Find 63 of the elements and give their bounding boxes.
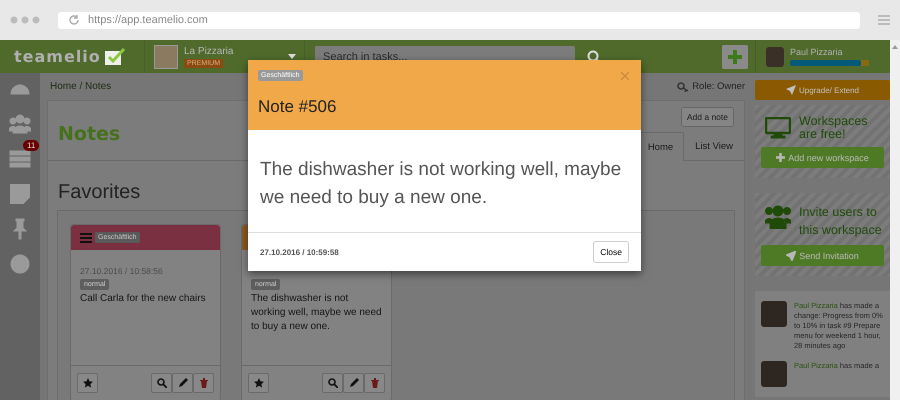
note-date: 27.10.2016 / 10:59:58 xyxy=(260,248,339,256)
search-icon xyxy=(156,378,166,388)
delete-button[interactable] xyxy=(193,373,214,393)
pencil-icon xyxy=(178,378,188,388)
upgrade-button[interactable]: Upgrade/ Extend xyxy=(755,80,890,100)
list-icon xyxy=(80,232,92,242)
favorite-button[interactable] xyxy=(248,373,269,393)
add-workspace-button[interactable]: Add new workspace xyxy=(761,147,884,168)
address-bar[interactable]: https://app.teamelio.com xyxy=(58,12,860,28)
close-icon xyxy=(621,72,629,80)
favorite-button[interactable] xyxy=(77,373,98,393)
note-date: 27.10.2016 / 10:58:56 xyxy=(80,266,163,277)
list-icon[interactable] xyxy=(9,148,31,170)
view-button[interactable] xyxy=(322,373,343,393)
note-text: The dishwasher is not working well, maybe we need to buy a new one. xyxy=(248,130,641,233)
url-text: https://app.teamelio.com xyxy=(88,14,208,26)
user-avatar xyxy=(766,46,784,66)
user-avatar xyxy=(761,301,787,327)
reload-icon xyxy=(68,14,80,26)
add-button[interactable] xyxy=(722,44,748,68)
user-menu[interactable]: Paul Pizzaria xyxy=(755,40,890,73)
paper-plane-icon xyxy=(786,85,796,95)
window-dots-icon xyxy=(10,16,40,24)
promo-title: Invite users to this workspace xyxy=(799,205,882,237)
send-invitation-button[interactable]: Send Invitation xyxy=(761,245,884,266)
note-text: The dishwasher is not working well, maybe we need to buy a new one. xyxy=(251,292,382,334)
note-icon[interactable] xyxy=(9,183,31,205)
workspace-avatar xyxy=(154,44,178,68)
group-icon[interactable] xyxy=(9,113,31,135)
note-text: Call Carla for the new chairs xyxy=(80,292,206,306)
checkbox-logo-icon xyxy=(104,48,126,66)
plus-icon xyxy=(728,50,742,64)
key-icon xyxy=(677,82,690,92)
paper-plane-icon xyxy=(786,250,796,260)
add-note-button[interactable]: Add a note xyxy=(680,107,734,127)
edit-button[interactable] xyxy=(172,373,193,393)
logo-text: teamelio xyxy=(14,47,101,66)
monitor-icon xyxy=(765,117,791,139)
breadcrumb: Home / Notes xyxy=(50,81,112,92)
user-name: Paul Pizzaria xyxy=(790,47,844,57)
delete-button[interactable] xyxy=(364,373,385,393)
plus-icon xyxy=(776,153,786,162)
view-button[interactable] xyxy=(151,373,172,393)
edit-button[interactable] xyxy=(343,373,364,393)
pencil-icon xyxy=(348,378,358,388)
dialog-title: Note #506 xyxy=(258,97,338,117)
menu-icon xyxy=(878,14,890,26)
user-avatar xyxy=(761,361,787,387)
role-label: Role: Owner xyxy=(692,81,745,92)
trash-icon xyxy=(370,378,380,388)
count-badge: 11 xyxy=(23,140,40,151)
workspace-name: La Pizzaria xyxy=(184,46,234,56)
search-icon xyxy=(328,378,338,388)
section-title: Favorites xyxy=(58,181,140,204)
page-title: Notes xyxy=(58,123,120,147)
group-icon xyxy=(765,205,791,229)
promo-title: Workspaces are free! xyxy=(799,115,869,141)
up-arrow-icon xyxy=(892,45,898,49)
trash-icon xyxy=(198,378,208,388)
star-icon xyxy=(254,378,264,388)
close-button[interactable]: Close xyxy=(593,241,629,263)
star-icon xyxy=(82,378,92,388)
tab[interactable]: List View xyxy=(684,132,744,160)
